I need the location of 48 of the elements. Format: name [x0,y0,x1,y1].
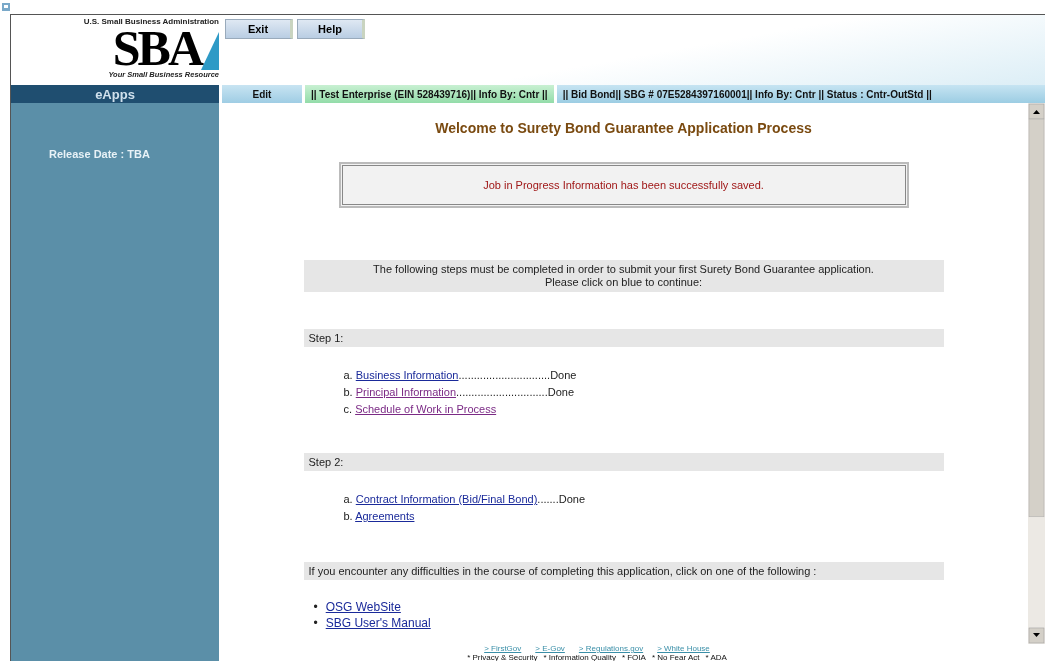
step-link[interactable]: Schedule of Work in Process [355,403,497,415]
item-letter: b. [343,510,353,522]
step-link[interactable]: Principal Information [355,386,457,398]
bullet: • [313,616,318,630]
header-button[interactable]: Exit [225,19,293,39]
policy-link[interactable]: * Privacy & Security [467,653,538,661]
enterprise-info: || Test Enterprise (EIN 528439716)|| Info By: Cntr || [305,85,554,103]
bullet: • [313,600,318,614]
item-letter: b. [343,386,353,398]
instructions-text: The following steps must be completed in order to submit your first Surety Bond Guarantee application. [373,263,874,276]
status-text: Done [547,386,574,398]
policy-link[interactable]: * No Fear Act [651,653,700,661]
help-link[interactable]: SBG User's Manual [325,616,431,630]
logo-mark: SBA [112,26,201,70]
help-link[interactable]: OSG WebSite [325,600,401,614]
step-heading: Step 2: [303,453,944,471]
agency-name: U.S. Small Business Administration [83,17,219,26]
dot-leader: ....... [537,493,559,505]
page-title: Welcome to Surety Bond Guarantee Application Process [435,120,812,136]
policy-link[interactable]: * ADA [705,653,727,661]
help-text: If you encounter any difficulties in the course of completing this application, click on one of the following : [303,562,944,580]
footer-link[interactable]: > FirstGov [484,644,522,653]
page-icon [2,3,10,11]
footer-link[interactable]: > Regulations.gov [578,644,644,653]
success-message: Job in Progress Information has been successfully saved. [338,162,909,208]
item-letter: a. [343,369,353,381]
step-heading: Step 1: [303,329,944,347]
footer-link[interactable]: > E-Gov [535,644,565,653]
policy-link[interactable]: * Information Quality [543,653,616,661]
header-button[interactable]: Help [297,19,365,39]
dot-leader: .............................. [456,386,548,398]
item-letter: a. [343,493,353,505]
release-date: Release Date : TBA [48,148,151,160]
dot-leader: .............................. [458,369,551,381]
status-text: Done [550,369,577,381]
item-letter: c. [343,403,353,415]
step-link[interactable]: Contract Information (Bid/Final Bond) [355,493,538,505]
edit-tab[interactable]: Edit [222,85,302,103]
step-link[interactable]: Business Information [355,369,459,381]
footer-link[interactable]: > White House [657,644,710,653]
app-title: eApps [11,85,219,103]
bond-info: || Bid Bond|| SBG # 07E5284397160001|| Info By: Cntr || Status : Cntr-OutStd || [556,85,1045,103]
step-link[interactable]: Agreements [355,510,415,522]
policy-link[interactable]: * FOIA [621,653,646,661]
scrollbar[interactable] [1028,103,1045,644]
status-text: Done [558,493,586,505]
instructions-text: Please click on blue to continue: [544,276,703,289]
swoosh-icon [201,30,219,70]
